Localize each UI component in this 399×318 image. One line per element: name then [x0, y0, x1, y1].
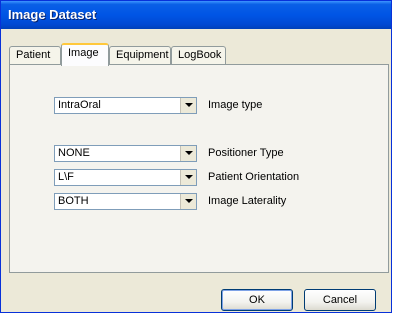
tab-image[interactable]: Image — [61, 43, 109, 66]
chevron-down-icon — [185, 103, 193, 107]
image-type-combobox[interactable]: IntraOral — [54, 97, 197, 114]
image-tab-panel: IntraOral Image type NONE Positioner Typ… — [9, 64, 389, 273]
window-title: Image Dataset — [8, 7, 97, 22]
image-type-value: IntraOral — [58, 99, 101, 111]
chevron-down-icon — [185, 199, 193, 203]
tab-logbook[interactable]: LogBook — [171, 46, 226, 64]
tab-strip: Patient Image Equipment LogBook — [9, 43, 389, 66]
image-laterality-value: BOTH — [58, 195, 89, 207]
image-laterality-combobox[interactable]: BOTH — [54, 193, 197, 210]
tab-patient[interactable]: Patient — [9, 46, 61, 64]
image-dataset-dialog: Image Dataset Patient Image Equipment Lo… — [0, 0, 392, 313]
positioner-type-dropdown-button[interactable] — [180, 146, 196, 161]
patient-orientation-combobox[interactable]: L\F — [54, 169, 197, 186]
image-laterality-dropdown-button[interactable] — [180, 194, 196, 209]
positioner-type-value: NONE — [58, 147, 90, 159]
cancel-button[interactable]: Cancel — [304, 289, 376, 311]
positioner-type-combobox[interactable]: NONE — [54, 145, 197, 162]
patient-orientation-label: Patient Orientation — [208, 171, 300, 183]
image-laterality-label: Image Laterality — [208, 195, 287, 207]
positioner-type-label: Positioner Type — [208, 147, 284, 159]
ok-button[interactable]: OK — [221, 289, 293, 311]
chevron-down-icon — [185, 175, 193, 179]
chevron-down-icon — [185, 151, 193, 155]
patient-orientation-value: L\F — [58, 171, 74, 183]
title-bar[interactable]: Image Dataset — [1, 1, 391, 29]
image-type-dropdown-button[interactable] — [180, 98, 196, 113]
image-type-label: Image type — [208, 99, 263, 111]
tab-equipment[interactable]: Equipment — [109, 46, 171, 64]
patient-orientation-dropdown-button[interactable] — [180, 170, 196, 185]
